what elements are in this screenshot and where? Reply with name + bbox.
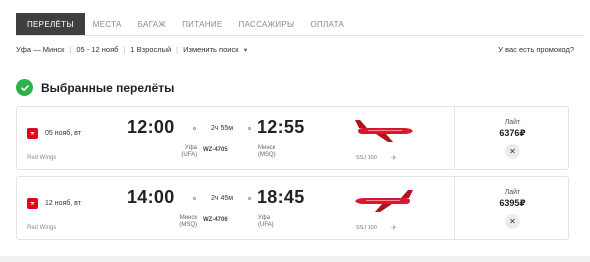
tab-payment[interactable]: ОПЛАТА — [302, 13, 352, 35]
airline-name: Red Wings — [27, 225, 57, 231]
change-search-button[interactable]: Изменить поиск ▼ — [183, 45, 248, 54]
tabs-divider — [16, 35, 584, 36]
fare-price: 6395₽ — [499, 198, 526, 208]
fare-price: 6376₽ — [499, 128, 526, 138]
arrival-airport-code: (UFA) — [258, 222, 274, 228]
departure-time: 14:00 — [127, 187, 175, 207]
departure-airport-code: (MSQ) — [179, 222, 197, 228]
arrival-airport-code: (MSQ) — [258, 152, 276, 158]
departure-city: Уфа (UFA) — [157, 145, 197, 159]
separator: | — [176, 44, 179, 54]
tab-meals[interactable]: ПИТАНИЕ — [174, 13, 230, 35]
tab-flights[interactable]: ПЕРЕЛЁТЫ — [16, 13, 85, 35]
red-wings-logo-icon — [27, 198, 38, 209]
flight-card-return[interactable]: 12 нояб, вт Red Wings 14:00 Минск (MSQ) … — [16, 176, 569, 240]
separator: | — [69, 44, 72, 54]
flight-date: 05 нояб, вт — [45, 130, 81, 137]
flight-duration: 2ч 55м — [193, 124, 251, 132]
duration-text: 2ч 45м — [210, 194, 234, 202]
separator: | — [123, 44, 126, 54]
airline-name: Red Wings — [27, 155, 57, 161]
arrival-city-name: Минск — [258, 145, 276, 151]
departure-city: Минск (MSQ) — [157, 215, 197, 229]
flight-number: WZ-4705 — [203, 147, 228, 153]
arrival-time: 12:55 — [257, 117, 305, 137]
arrival-city: Уфа (UFA) — [258, 215, 274, 229]
check-circle-icon — [16, 79, 33, 96]
promo-code-link[interactable]: У вас есть промокод? — [498, 43, 574, 55]
search-route: Уфа — Минск — [16, 44, 65, 54]
flight-date: 12 нояб, вт — [45, 200, 81, 207]
page-title: Выбранные перелёты — [41, 80, 175, 95]
booking-steps-tabs: ПЕРЕЛЁТЫ МЕСТА БАГАЖ ПИТАНИЕ ПАССАЖИРЫ О… — [16, 13, 352, 35]
route-dot — [248, 126, 251, 130]
tab-passengers[interactable]: ПАССАЖИРЫ — [231, 13, 303, 35]
arrival-city-name: Уфа — [258, 215, 271, 221]
search-passengers: 1 Взрослый — [130, 44, 172, 54]
search-summary: Уфа — Минск | 05 - 12 нояб | 1 Взрослый … — [16, 43, 248, 55]
close-icon[interactable]: ✕ — [505, 214, 520, 229]
arrival-city: Минск (MSQ) — [258, 145, 276, 159]
tab-seats[interactable]: МЕСТА — [85, 13, 130, 35]
departure-time: 12:00 — [127, 117, 175, 137]
flight-duration: 2ч 45м — [193, 194, 251, 202]
route-dot — [248, 196, 251, 200]
fare-name: Лайт — [504, 119, 521, 126]
red-wings-logo-icon — [27, 128, 38, 139]
route-dot — [193, 196, 196, 200]
seat-icon: ✈ — [391, 155, 397, 162]
search-dates: 05 - 12 нояб — [76, 44, 119, 54]
footer-bar — [0, 256, 590, 262]
tab-baggage[interactable]: БАГАЖ — [130, 13, 174, 35]
aircraft-type: SSJ 100 — [356, 225, 377, 231]
flight-card-outbound[interactable]: 05 нояб, вт Red Wings 12:00 Уфа (UFA) 2ч… — [16, 106, 569, 170]
selected-flights-header: Выбранные перелёты — [16, 79, 174, 96]
departure-city-name: Уфа — [184, 145, 197, 151]
fare-name: Лайт — [504, 189, 521, 196]
chevron-down-icon: ▼ — [242, 47, 249, 54]
arrival-time: 18:45 — [257, 187, 305, 207]
seat-icon: ✈ — [391, 225, 397, 232]
departure-city-name: Минск — [179, 215, 197, 221]
close-icon[interactable]: ✕ — [505, 144, 520, 159]
departure-airport-code: (UFA) — [181, 152, 197, 158]
aircraft-icon — [355, 120, 413, 142]
aircraft-icon — [355, 190, 413, 212]
duration-text: 2ч 55м — [210, 124, 234, 132]
aircraft-type: SSJ 100 — [356, 155, 377, 161]
change-search-label: Изменить поиск — [183, 44, 239, 54]
route-dot — [193, 126, 196, 130]
flight-number: WZ-4706 — [203, 217, 228, 223]
